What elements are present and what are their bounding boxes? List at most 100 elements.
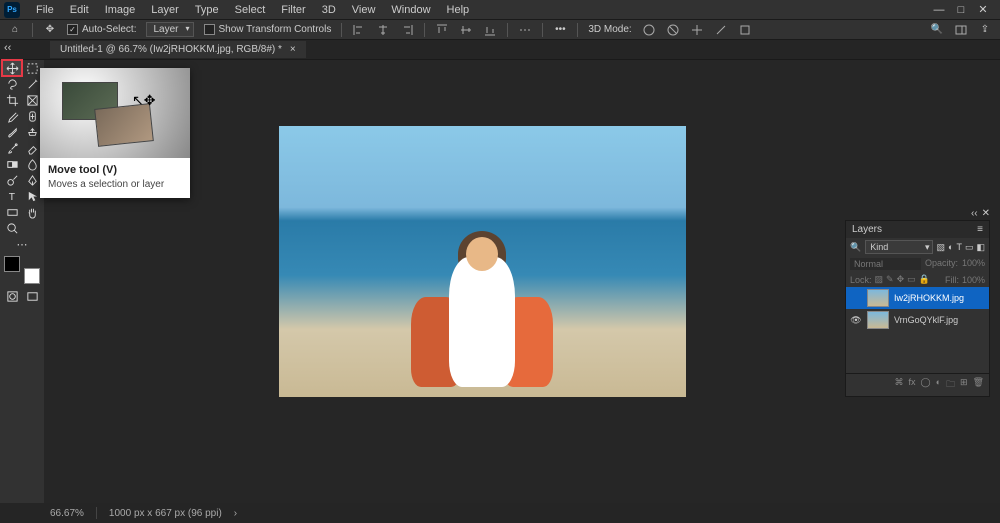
brush-tool[interactable] (2, 124, 22, 140)
layer-name[interactable]: Iw2jRHOKKM.jpg (894, 293, 964, 303)
layer-thumbnail[interactable] (867, 289, 889, 307)
lasso-tool[interactable] (2, 76, 22, 92)
document-tab-close-button[interactable]: × (290, 44, 296, 55)
lock-transparency-icon[interactable]: ▨ (875, 274, 884, 285)
screen-mode-button[interactable] (22, 288, 42, 304)
layer-visibility-toggle[interactable]: 👁 (850, 315, 862, 326)
layer-thumbnail[interactable] (867, 311, 889, 329)
spot-healing-tool[interactable] (22, 108, 42, 124)
window-close-button[interactable]: ✕ (976, 3, 990, 17)
layer-mask-icon[interactable]: ◯ (920, 377, 930, 393)
panel-collapse-icon[interactable]: ‹‹ (971, 208, 978, 219)
layer-fx-icon[interactable]: fx (908, 377, 915, 393)
layer-item[interactable]: Iw2jRHOKKM.jpg (846, 287, 989, 309)
eyedropper-tool[interactable]: I (2, 108, 22, 124)
show-transform-checkbox[interactable] (204, 24, 215, 35)
3d-roll-icon[interactable] (666, 23, 680, 37)
menu-file[interactable]: File (28, 2, 62, 18)
dodge-tool[interactable] (2, 172, 22, 188)
rectangle-tool[interactable] (2, 204, 22, 220)
document-canvas[interactable] (279, 126, 686, 397)
panel-close-icon[interactable]: ✕ (982, 208, 990, 219)
link-layers-icon[interactable]: ⌘ (894, 377, 903, 393)
collapse-icon[interactable]: ‹‹ (4, 42, 11, 54)
frame-tool[interactable] (22, 92, 42, 108)
lock-pixels-icon[interactable]: ✎ (886, 274, 894, 285)
edit-toolbar-button[interactable]: ⋯ (2, 236, 42, 252)
blend-mode-dropdown[interactable]: Normal (850, 258, 921, 270)
lock-artboard-icon[interactable]: ▭ (907, 274, 916, 285)
menu-window[interactable]: Window (383, 2, 438, 18)
filter-pixel-icon[interactable]: ▧ (937, 242, 946, 253)
move-tool[interactable] (2, 60, 22, 76)
delete-layer-icon[interactable]: 🗑 (973, 377, 984, 393)
opacity-value[interactable]: 100% (962, 258, 985, 270)
auto-select-checkbox[interactable]: ✓ (67, 24, 78, 35)
filter-search-icon[interactable]: 🔍 (850, 242, 861, 253)
magic-wand-tool[interactable] (22, 76, 42, 92)
layers-panel-title[interactable]: Layers (852, 224, 882, 235)
3d-pan-icon[interactable] (690, 23, 704, 37)
layer-group-icon[interactable]: 🗀 (946, 377, 955, 393)
zoom-level[interactable]: 66.67% (50, 508, 84, 519)
panel-menu-icon[interactable]: ≡ (977, 224, 983, 235)
align-bottom-icon[interactable] (483, 23, 497, 37)
menu-filter[interactable]: Filter (273, 2, 313, 18)
document-dimensions[interactable]: 1000 px x 667 px (96 ppi) (109, 508, 222, 519)
3d-slide-icon[interactable] (714, 23, 728, 37)
workspace-icon[interactable] (954, 23, 968, 37)
filter-shape-icon[interactable]: ▭ (965, 242, 974, 253)
color-swatches[interactable] (4, 256, 40, 284)
document-tab[interactable]: Untitled-1 @ 66.7% (Iw2jRHOKKM.jpg, RGB/… (50, 41, 306, 58)
menu-layer[interactable]: Layer (143, 2, 187, 18)
history-brush-tool[interactable] (2, 140, 22, 156)
new-layer-icon[interactable]: ⊞ (960, 377, 968, 393)
pen-tool[interactable] (22, 172, 42, 188)
home-icon[interactable]: ⌂ (8, 23, 22, 37)
menu-edit[interactable]: Edit (62, 2, 97, 18)
align-left-icon[interactable] (352, 23, 366, 37)
auto-select-target-dropdown[interactable]: Layer (146, 22, 193, 37)
gradient-tool[interactable] (2, 156, 22, 172)
menu-help[interactable]: Help (439, 2, 478, 18)
background-color-swatch[interactable] (24, 268, 40, 284)
menu-view[interactable]: View (344, 2, 384, 18)
foreground-color-swatch[interactable] (4, 256, 20, 272)
filter-smart-icon[interactable]: ◧ (976, 242, 985, 253)
3d-orbit-icon[interactable] (642, 23, 656, 37)
menu-type[interactable]: Type (187, 2, 227, 18)
adjustment-layer-icon[interactable]: ◐ (936, 377, 941, 393)
align-top-icon[interactable] (435, 23, 449, 37)
3d-scale-icon[interactable] (738, 23, 752, 37)
rectangular-marquee-tool[interactable] (22, 60, 42, 76)
lock-all-icon[interactable]: 🔒 (919, 274, 930, 285)
crop-tool[interactable] (2, 92, 22, 108)
more-align-icon[interactable]: ••• (553, 23, 567, 37)
lock-position-icon[interactable]: ✥ (897, 274, 905, 285)
filter-type-icon[interactable]: T (956, 242, 962, 253)
clone-stamp-tool[interactable] (22, 124, 42, 140)
zoom-tool[interactable] (2, 220, 22, 236)
window-minimize-button[interactable]: — (932, 3, 946, 17)
menu-select[interactable]: Select (227, 2, 274, 18)
window-maximize-button[interactable]: □ (954, 3, 968, 17)
layer-name[interactable]: VrnGoQYklF.jpg (894, 315, 958, 325)
distribute-icon[interactable] (518, 23, 532, 37)
align-center-h-icon[interactable] (376, 23, 390, 37)
filter-adjustment-icon[interactable]: ◐ (948, 242, 953, 253)
status-arrow-icon[interactable]: › (234, 508, 237, 519)
search-icon[interactable]: 🔍 (930, 23, 944, 37)
fill-value[interactable]: 100% (962, 275, 985, 285)
align-right-icon[interactable] (400, 23, 414, 37)
layer-filter-dropdown[interactable]: Kind (865, 240, 932, 254)
blur-tool[interactable] (22, 156, 42, 172)
menu-image[interactable]: Image (97, 2, 144, 18)
type-tool[interactable]: T (2, 188, 22, 204)
eraser-tool[interactable] (22, 140, 42, 156)
hand-tool[interactable] (22, 204, 42, 220)
share-icon[interactable]: ⇪ (978, 23, 992, 37)
menu-3d[interactable]: 3D (314, 2, 344, 18)
align-middle-icon[interactable] (459, 23, 473, 37)
quick-mask-button[interactable] (2, 288, 22, 304)
layer-item[interactable]: 👁 VrnGoQYklF.jpg (846, 309, 989, 331)
